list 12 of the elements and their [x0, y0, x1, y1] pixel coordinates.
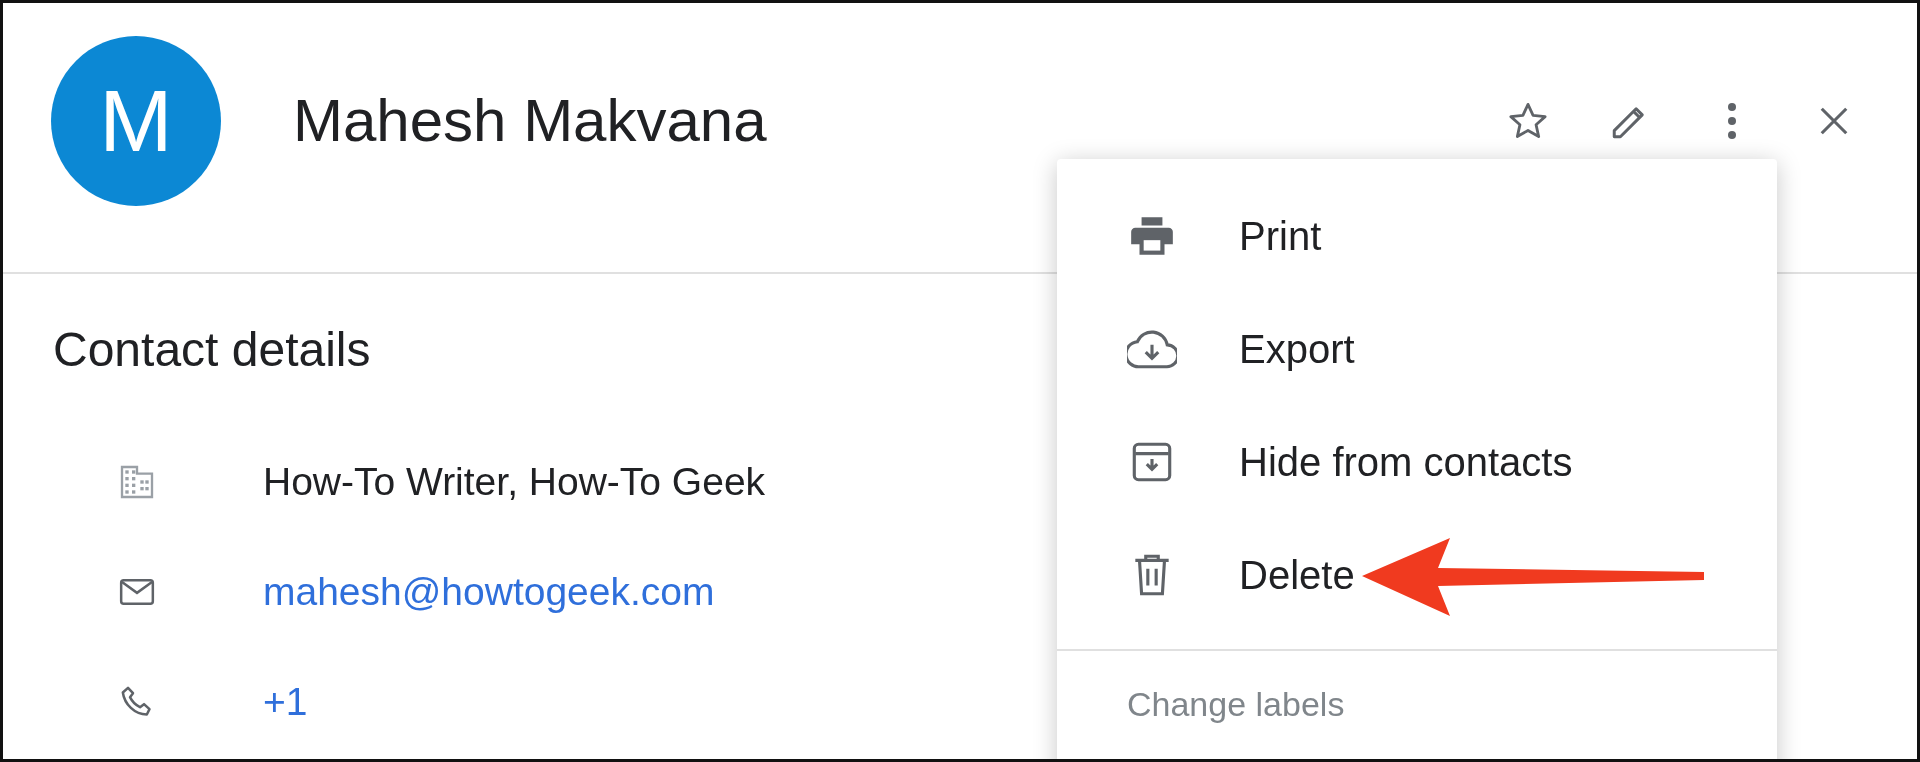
- menu-item[interactable]: Print: [1057, 179, 1777, 292]
- menu-item[interactable]: Hide from contacts: [1057, 405, 1777, 518]
- menu-section-label: Change labels: [1127, 684, 1345, 725]
- menu-item[interactable]: Export: [1057, 292, 1777, 405]
- phone-link[interactable]: +1: [263, 672, 308, 732]
- section-title: Contact details: [53, 322, 371, 378]
- detail-text: How-To Writer, How-To Geek: [263, 458, 766, 505]
- email-link[interactable]: mahesh@howtogeek.com: [263, 562, 715, 622]
- menu-item[interactable]: Delete: [1057, 518, 1777, 631]
- more-icon: [1727, 100, 1737, 141]
- contact-name: Mahesh Makvana: [293, 85, 768, 156]
- avatar: M: [51, 35, 221, 206]
